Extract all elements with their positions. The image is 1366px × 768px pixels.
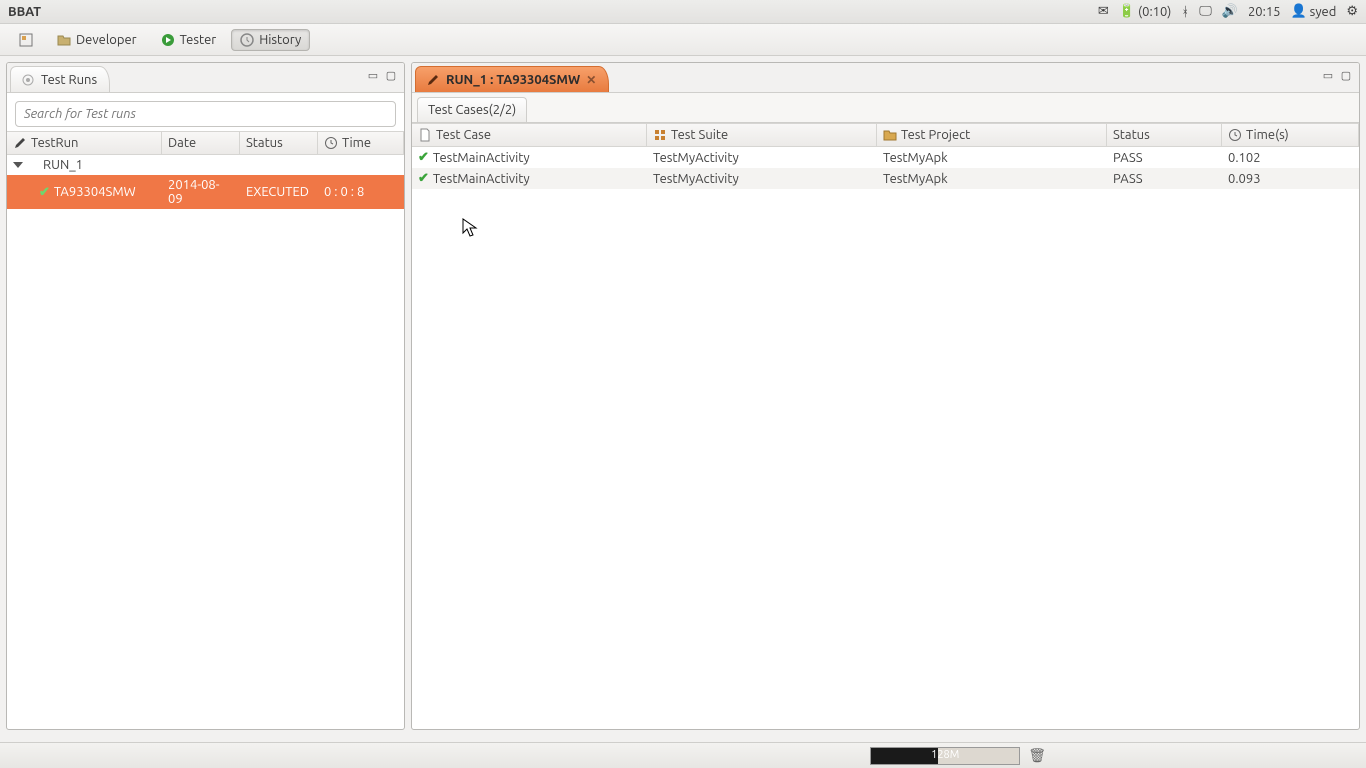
bluetooth-icon[interactable]: ᚼ — [1181, 5, 1189, 19]
memory-bar: 128M — [870, 747, 1020, 765]
check-icon: ✔ — [418, 171, 429, 186]
test-runs-tab[interactable]: Test Runs — [10, 66, 110, 92]
system-menubar: BBAT ✉ 🔋(0:10) ᚼ 🖵 🔊 20:15 👤 syed ⚙ — [0, 0, 1366, 24]
status-bar: 128M 🗑 — [0, 742, 1366, 768]
tree-header: TestRun Date Status Time — [7, 131, 404, 155]
table-row[interactable]: ✔ TestMainActivity TestMyActivity TestMy… — [412, 147, 1359, 168]
gear-small-icon — [21, 73, 35, 87]
check-icon: ✔ — [39, 185, 50, 200]
user-menu[interactable]: 👤 syed — [1290, 4, 1336, 19]
history-perspective-button[interactable]: History — [231, 29, 310, 51]
pencil-icon — [426, 73, 440, 87]
workspace: Test Runs ▭ ▢ TestRun Date Status Time — [0, 56, 1366, 736]
right-tabbar: RUN_1 : TA93304SMW ✕ ▭ ▢ — [412, 63, 1359, 93]
col-testrun[interactable]: TestRun — [7, 132, 162, 154]
perspective-toolbar: Developer Tester History — [0, 24, 1366, 56]
battery-indicator[interactable]: 🔋(0:10) — [1119, 4, 1172, 19]
open-perspective-button[interactable] — [10, 29, 42, 51]
grid-icon — [653, 128, 667, 142]
close-tab-button[interactable]: ✕ — [586, 73, 596, 87]
history-icon — [240, 33, 254, 47]
col-time[interactable]: Time(s) — [1222, 124, 1359, 146]
grid-body: ✔ TestMainActivity TestMyActivity TestMy… — [412, 147, 1359, 189]
left-tabbar: Test Runs ▭ ▢ — [7, 63, 404, 93]
tree-body: RUN_1 ✔ TA93304SMW 2014-08-09 EXECUTED 0… — [7, 155, 404, 209]
col-testsuite[interactable]: Test Suite — [647, 124, 877, 146]
col-status[interactable]: Status — [240, 132, 318, 154]
mail-icon[interactable]: ✉ — [1098, 4, 1109, 19]
col-date[interactable]: Date — [162, 132, 240, 154]
tree-parent-row[interactable]: RUN_1 — [7, 155, 404, 175]
gear-icon[interactable]: ⚙ — [1346, 4, 1358, 19]
table-row[interactable]: ✔ TestMainActivity TestMyActivity TestMy… — [412, 168, 1359, 189]
search-container — [15, 101, 396, 127]
maximize-button[interactable]: ▢ — [1339, 68, 1353, 82]
test-runs-panel: Test Runs ▭ ▢ TestRun Date Status Time — [6, 62, 405, 730]
system-tray: ✉ 🔋(0:10) ᚼ 🖵 🔊 20:15 👤 syed ⚙ — [1098, 4, 1358, 19]
minimize-button[interactable]: ▭ — [1321, 68, 1335, 82]
folder-icon — [883, 128, 897, 142]
test-runs-tab-label: Test Runs — [41, 73, 97, 87]
window-icon — [19, 33, 33, 47]
clock-icon — [1228, 128, 1242, 142]
memory-indicator[interactable]: 128M 🗑 — [870, 747, 1046, 765]
col-status[interactable]: Status — [1107, 124, 1222, 146]
sub-tab-row: Test Cases(2/2) — [412, 93, 1359, 123]
app-title: BBAT — [8, 5, 1098, 19]
test-cases-panel: RUN_1 : TA93304SMW ✕ ▭ ▢ Test Cases(2/2)… — [411, 62, 1360, 730]
test-cases-subtab[interactable]: Test Cases(2/2) — [417, 97, 527, 122]
clock-icon — [324, 136, 338, 150]
pencil-icon — [13, 136, 27, 150]
network-icon[interactable]: 🖵 — [1199, 4, 1212, 19]
clock[interactable]: 20:15 — [1248, 5, 1281, 19]
minimize-button[interactable]: ▭ — [366, 68, 380, 82]
search-input[interactable] — [15, 101, 396, 127]
run-detail-tab[interactable]: RUN_1 : TA93304SMW ✕ — [415, 66, 609, 92]
tester-perspective-button[interactable]: Tester — [152, 29, 226, 51]
volume-icon[interactable]: 🔊 — [1222, 4, 1238, 19]
tree-child-row[interactable]: ✔ TA93304SMW 2014-08-09 EXECUTED 0 : 0 :… — [7, 175, 404, 209]
developer-perspective-button[interactable]: Developer — [48, 29, 146, 51]
run-detail-tab-label: RUN_1 : TA93304SMW — [446, 73, 580, 87]
trash-icon[interactable]: 🗑 — [1028, 747, 1046, 764]
play-icon — [161, 33, 175, 47]
file-icon — [418, 128, 432, 142]
developer-label: Developer — [76, 33, 137, 47]
col-testproject[interactable]: Test Project — [877, 124, 1107, 146]
history-label: History — [259, 33, 301, 47]
tester-label: Tester — [180, 33, 217, 47]
col-testcase[interactable]: Test Case — [412, 124, 647, 146]
folder-icon — [57, 33, 71, 47]
memory-text: 128M — [871, 749, 1019, 761]
col-time[interactable]: Time — [318, 132, 404, 154]
grid-header: Test Case Test Suite Test Project Status… — [412, 123, 1359, 147]
check-icon: ✔ — [418, 150, 429, 165]
maximize-button[interactable]: ▢ — [384, 68, 398, 82]
expand-icon[interactable] — [13, 162, 23, 168]
